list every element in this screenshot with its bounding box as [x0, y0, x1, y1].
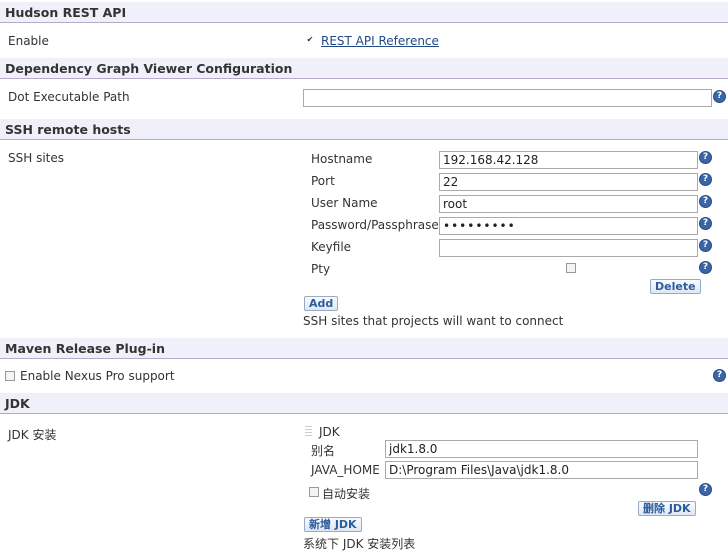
drag-handle-icon[interactable]: [305, 426, 312, 436]
section-maven-release: Maven Release Plug-in: [0, 338, 728, 359]
username-label: User Name: [311, 196, 378, 210]
help-icon[interactable]: ?: [713, 369, 726, 382]
jdk-item-header: JDK: [319, 425, 340, 439]
dot-executable-input[interactable]: [303, 89, 712, 107]
password-label: Password/Passphrase: [311, 218, 439, 232]
jdk-name-input[interactable]: jdk1.8.0: [385, 440, 698, 458]
rest-api-reference-link[interactable]: REST API Reference: [321, 34, 439, 48]
help-icon[interactable]: ?: [699, 151, 712, 164]
section-hudson-rest-api: Hudson REST API: [0, 2, 728, 23]
pty-label: Pty: [311, 262, 331, 276]
delete-jdk-button[interactable]: 删除 JDK: [638, 501, 696, 516]
java-home-label: JAVA_HOME: [311, 463, 380, 477]
help-icon[interactable]: ?: [713, 90, 726, 103]
help-icon[interactable]: ?: [699, 195, 712, 208]
section-title: Hudson REST API: [5, 5, 127, 20]
dot-executable-label: Dot Executable Path: [8, 90, 130, 104]
add-jdk-button[interactable]: 新增 JDK: [304, 517, 362, 532]
nexus-pro-label: Enable Nexus Pro support: [20, 369, 175, 383]
hostname-label: Hostname: [311, 152, 373, 166]
auto-install-label: 自动安装: [322, 487, 371, 501]
enable-checkbox[interactable]: ✔: [306, 36, 314, 44]
enable-label: Enable: [8, 34, 49, 48]
jdk-install-label: JDK 安装: [8, 428, 57, 442]
section-title: JDK: [5, 396, 30, 411]
jdk-name-label: 别名: [311, 444, 336, 458]
section-title: Maven Release Plug-in: [5, 341, 165, 356]
section-jdk: JDK: [0, 393, 728, 414]
help-icon[interactable]: ?: [699, 217, 712, 230]
section-ssh-remote-hosts: SSH remote hosts: [0, 119, 728, 140]
help-icon[interactable]: ?: [699, 239, 712, 252]
section-title: SSH remote hosts: [5, 122, 131, 137]
jdk-list-description: 系统下 JDK 安装列表: [303, 537, 416, 551]
hostname-input[interactable]: 192.168.42.128: [439, 151, 698, 169]
nexus-pro-checkbox[interactable]: [5, 371, 15, 381]
pty-checkbox[interactable]: [566, 263, 576, 273]
auto-install-checkbox[interactable]: [309, 487, 319, 497]
delete-ssh-site-button[interactable]: Delete: [650, 279, 701, 294]
section-dependency-graph: Dependency Graph Viewer Configuration: [0, 58, 728, 79]
java-home-input[interactable]: D:\Program Files\Java\jdk1.8.0: [385, 461, 698, 479]
port-input[interactable]: 22: [439, 173, 698, 191]
help-icon[interactable]: ?: [699, 261, 712, 274]
username-input[interactable]: root: [439, 195, 698, 213]
keyfile-label: Keyfile: [311, 240, 352, 254]
help-icon[interactable]: ?: [699, 173, 712, 186]
password-input[interactable]: •••••••••: [439, 217, 698, 235]
port-label: Port: [311, 174, 335, 188]
help-icon[interactable]: ?: [699, 483, 712, 496]
ssh-sites-description: SSH sites that projects will want to con…: [303, 314, 564, 328]
section-title: Dependency Graph Viewer Configuration: [5, 61, 293, 76]
ssh-sites-label: SSH sites: [8, 151, 64, 165]
keyfile-input[interactable]: [439, 239, 698, 257]
add-ssh-site-button[interactable]: Add: [304, 296, 339, 311]
